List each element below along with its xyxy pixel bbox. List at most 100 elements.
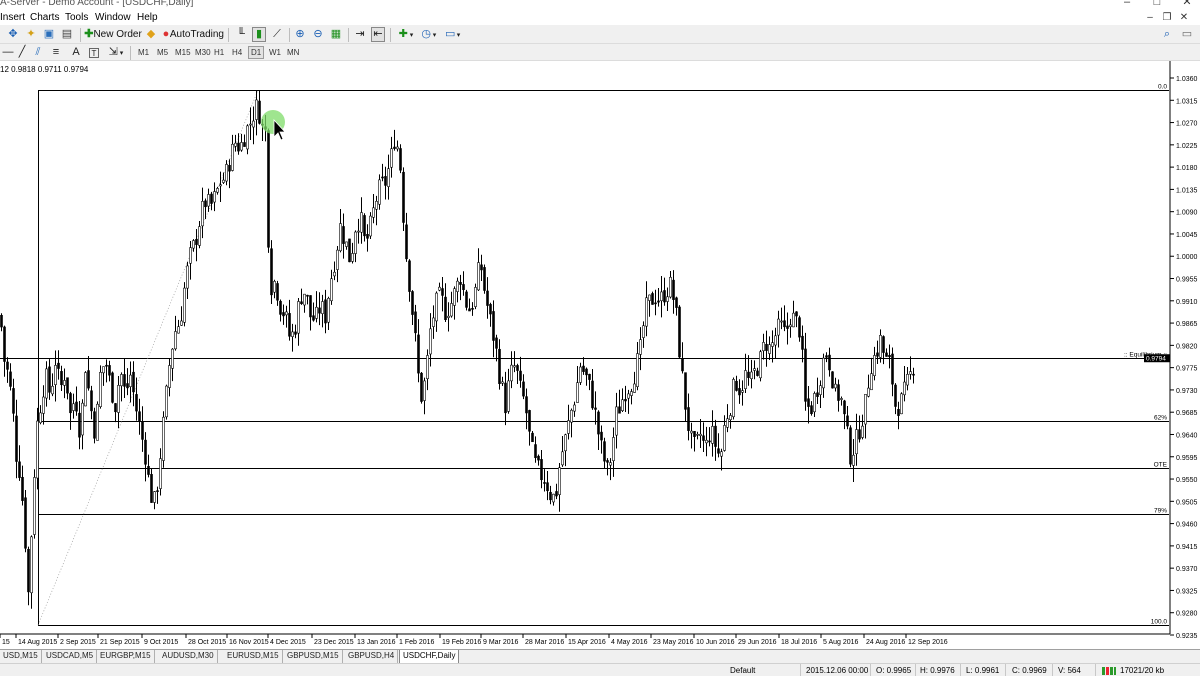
candle-body [96,403,99,441]
timeframe-d1[interactable]: D1 [248,46,265,59]
timeframe-h4[interactable]: H4 [230,46,244,59]
candle-body [150,474,153,503]
candle-body [339,223,342,252]
bar-chart-icon[interactable]: ╙ [234,27,248,42]
candlestick-chart-icon[interactable]: ▮ [252,27,266,42]
mdi-restore-button[interactable]: ❐ [1160,12,1174,24]
candle-body [468,308,471,312]
timeframe-mn[interactable]: MN [285,46,301,59]
templates-icon[interactable]: ▭ ▾ [442,27,462,42]
candle-body [852,454,855,466]
timeframe-m5[interactable]: M5 [155,46,170,59]
tab-usd-m15[interactable]: USD,M15 [0,650,42,663]
candle-body [792,312,795,328]
menu-help[interactable]: Help [137,12,158,23]
zoom-out-icon[interactable]: ⊖ [311,27,325,42]
candle-body [324,299,327,324]
candle-body [51,385,54,395]
menu-tools[interactable]: Tools [65,12,88,23]
candle-body [810,405,813,414]
tile-windows-icon[interactable]: ▦ [329,27,343,42]
candle-body [831,371,834,389]
menu-window[interactable]: Window [95,12,131,23]
candle-body [450,303,453,317]
zoom-in-icon[interactable]: ⊕ [293,27,307,42]
text-tool-icon[interactable]: A [70,45,82,60]
candle-body [189,247,192,264]
timeframe-m15[interactable]: M15 [173,46,193,59]
candle-body [780,320,783,323]
channel-icon[interactable]: ⫽ [32,45,44,60]
timeframe-h1[interactable]: H1 [212,46,226,59]
candle-body [597,411,600,435]
tab-audusd-m30[interactable]: AUDUSD,M30 [159,650,218,663]
chart-window[interactable]: 1.0360 1.0315 1.0270 1.0225 1.0180 1.0135 1.00… [0,61,1200,649]
time-tick-label: 4 May 2016 [611,639,648,646]
chat-icon[interactable]: ▭ [1180,27,1194,42]
arrows-icon[interactable]: ⇲ ▾ [106,45,124,60]
standard-toolbar: ✥ ✦ ▣ ▤ ✚ New Order ◆ ● AutoTrading ╙ ▮ ⟋ … [0,25,1200,44]
tab-gbpusd-m15[interactable]: GBPUSD,M15 [284,650,343,663]
candle-body [321,301,324,314]
menu-charts[interactable]: Charts [30,12,59,23]
fibonacci-icon[interactable]: ≡ [50,45,62,60]
horizontal-line-icon[interactable]: — [2,45,14,60]
tab-usdchf-daily[interactable]: USDCHF,Daily [399,650,460,664]
terminal-icon[interactable]: ▤ [60,27,74,42]
autotrading-button[interactable]: ● AutoTrading [162,27,224,42]
periods-icon[interactable]: ◷ ▾ [418,27,438,42]
time-tick-label: 28 Oct 2015 [188,639,226,646]
candle-body [57,362,60,369]
indicators-icon[interactable]: ✚ ▾ [395,27,415,42]
status-separator [915,664,916,676]
tab-eurusd-m15[interactable]: EURUSD,M15 [224,650,283,663]
maximize-button[interactable]: □ [1147,0,1167,8]
candle-body [663,290,666,303]
candle-body [6,361,9,370]
crosshair-move-icon[interactable]: ✥ [6,27,20,42]
favorites-icon[interactable]: ✦ [24,27,38,42]
timeframe-m30[interactable]: M30 [193,46,213,59]
line-chart-icon[interactable]: ⟋ [270,27,284,42]
candle-body [546,482,549,492]
trendline-icon[interactable]: ╱ [16,45,28,60]
candle-body [384,176,387,186]
candle-body [558,467,561,495]
candle-body [447,315,450,318]
minimize-button[interactable]: – [1117,0,1137,8]
candle-body [201,201,204,227]
timeframe-m1[interactable]: M1 [136,46,151,59]
text-label-icon[interactable]: T [88,45,100,60]
expert-editor-icon[interactable]: ◆ [144,27,158,42]
candle-body [711,426,714,444]
timeframe-w1[interactable]: W1 [267,46,283,59]
price-chart[interactable]: 1.0360 1.0315 1.0270 1.0225 1.0180 1.0135 1.00… [0,61,1200,649]
close-button[interactable]: ✕ [1177,0,1197,8]
mdi-minimize-button[interactable]: – [1143,12,1157,24]
tab-gbpusd-h4[interactable]: GBPUSD,H4 [345,650,399,663]
candle-body [66,377,69,394]
candle-body [504,382,507,414]
chart-shift-icon[interactable]: ⇤ [371,27,385,42]
search-icon[interactable]: ⌕ [1160,27,1174,42]
candle-body [195,238,198,245]
chart-tab-bar: USD,M15 USDCAD,M5 EURGBP,M15 AUDUSD,M30 … [0,649,1200,664]
auto-scroll-icon[interactable]: ⇥ [353,27,367,42]
candle-body [768,344,771,354]
price-tick-label: 0.9325 [1176,588,1198,595]
time-tick-label: 5 Aug 2016 [823,639,859,646]
chart-ohlc-info: 12 0.9818 0.9711 0.9794 [0,65,89,74]
candle-body [174,331,177,350]
mdi-close-button[interactable]: ✕ [1177,12,1191,24]
candle-body [462,284,465,290]
new-order-button[interactable]: ✚ New Order [84,27,142,42]
candle-body [30,536,33,594]
candle-body [861,425,864,438]
candle-body [486,290,489,306]
time-tick-label: 2 Sep 2015 [60,639,96,646]
candle-body [402,171,405,223]
menu-insert[interactable]: Insert [0,12,25,23]
navigator-icon[interactable]: ▣ [42,27,56,42]
tab-usdcad-m5[interactable]: USDCAD,M5 [43,650,98,663]
tab-eurgbp-m15[interactable]: EURGBP,M15 [97,650,155,663]
